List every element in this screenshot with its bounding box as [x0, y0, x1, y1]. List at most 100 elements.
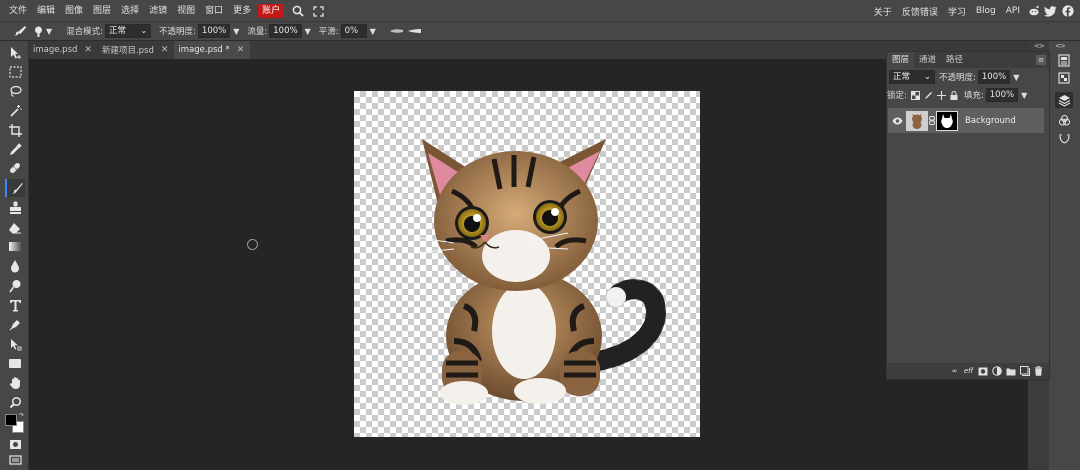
lock-position-icon[interactable]: [936, 90, 946, 100]
menu-blog[interactable]: Blog: [971, 6, 1001, 16]
type-tool-icon[interactable]: [5, 296, 25, 314]
foreground-background-swatch[interactable]: ↷: [5, 412, 25, 434]
effects-icon[interactable]: eff: [963, 366, 974, 377]
lock-pixels-icon[interactable]: [924, 91, 933, 100]
document-canvas[interactable]: [354, 91, 700, 437]
menu-learn[interactable]: 学习: [943, 5, 971, 18]
mask-icon[interactable]: [977, 366, 988, 377]
flow-input[interactable]: 100%: [269, 24, 302, 38]
menu-api[interactable]: API: [1001, 6, 1025, 16]
twitter-icon[interactable]: [1042, 0, 1059, 22]
fill-input[interactable]: 100%: [985, 88, 1019, 102]
move-tool-icon[interactable]: [5, 44, 25, 62]
menu-select[interactable]: 选择: [116, 0, 144, 22]
layer-blend-mode-select[interactable]: 正常 ⌄: [889, 70, 935, 84]
link-icon[interactable]: ∞: [949, 366, 960, 377]
crop-tool-icon[interactable]: [5, 121, 25, 139]
close-icon[interactable]: ✕: [161, 45, 169, 55]
dodge-tool-icon[interactable]: [5, 277, 25, 295]
fullscreen-icon[interactable]: [308, 0, 328, 22]
smoothing-dropdown-arrow[interactable]: ▼: [370, 27, 376, 36]
fill-arrow[interactable]: ▼: [1021, 91, 1027, 100]
collapse-arrows-icon[interactable]: <>: [1034, 42, 1045, 50]
eyedropper-icon[interactable]: [5, 140, 25, 158]
close-icon[interactable]: ✕: [237, 45, 245, 55]
layer-opacity-input[interactable]: 100%: [977, 70, 1011, 84]
menu-edit[interactable]: 编辑: [32, 0, 60, 22]
menu-image[interactable]: 图像: [60, 0, 88, 22]
menu-window[interactable]: 窗口: [200, 0, 228, 22]
doc-tab-active[interactable]: image.psd * ✕: [174, 41, 251, 59]
tab-layers[interactable]: 图层: [887, 52, 915, 68]
blend-mode-label: 混合模式:: [66, 27, 104, 37]
eraser-icon[interactable]: [5, 218, 25, 236]
doc-tab-label: 新建项目.psd: [101, 46, 154, 56]
swap-colors-icon[interactable]: ↷: [19, 412, 24, 419]
facebook-icon[interactable]: [1059, 0, 1076, 22]
channels-icon[interactable]: [1055, 112, 1073, 128]
flow-dropdown-arrow[interactable]: ▼: [305, 27, 311, 36]
lock-transparency-icon[interactable]: [910, 90, 920, 100]
history-icon[interactable]: [1055, 52, 1073, 68]
blend-mode-select[interactable]: 正常 ⌄: [105, 24, 152, 38]
chevron-down-icon: ⌄: [923, 72, 931, 82]
tools-panel: ↷: [0, 41, 29, 470]
clone-stamp-icon[interactable]: [5, 199, 25, 217]
new-layer-icon[interactable]: [1019, 366, 1030, 377]
zoom-tool-icon[interactable]: [5, 393, 25, 411]
foreground-color-swatch[interactable]: [5, 414, 17, 426]
trash-icon[interactable]: [1033, 366, 1044, 377]
magic-wand-icon[interactable]: [5, 101, 25, 119]
lock-all-icon[interactable]: [950, 90, 958, 100]
brush-size-picker[interactable]: ▼: [34, 26, 52, 37]
close-icon[interactable]: ✕: [84, 45, 92, 55]
layer-opacity-arrow[interactable]: ▼: [1013, 73, 1019, 82]
healing-brush-icon[interactable]: [5, 159, 25, 177]
tab-paths[interactable]: 路径: [941, 52, 968, 68]
search-icon[interactable]: [288, 0, 308, 22]
doc-tab[interactable]: 新建项目.psd ✕: [98, 41, 174, 59]
hand-tool-icon[interactable]: [5, 374, 25, 392]
layer-row[interactable]: Background: [888, 108, 1044, 133]
brush-preset-icon[interactable]: [12, 25, 28, 37]
menu-filter[interactable]: 滤镜: [144, 0, 172, 22]
pen-tool-icon[interactable]: [5, 315, 25, 333]
reddit-icon[interactable]: [1025, 0, 1042, 22]
menu-file[interactable]: 文件: [4, 0, 32, 22]
layer-thumbnail[interactable]: [906, 110, 928, 131]
gradient-tool-icon[interactable]: [5, 237, 25, 255]
swatches-icon[interactable]: [1055, 70, 1073, 86]
marquee-tool-icon[interactable]: [5, 63, 25, 81]
paths-icon[interactable]: [1055, 131, 1073, 147]
visibility-eye-icon[interactable]: [892, 117, 903, 125]
layer-blend-mode-value: 正常: [893, 72, 911, 82]
panel-menu-icon[interactable]: ≡: [1036, 55, 1046, 65]
adjustment-icon[interactable]: [991, 366, 1002, 377]
screen-mode-icon[interactable]: [5, 451, 25, 469]
layer-name[interactable]: Background: [965, 116, 1016, 126]
menu-view[interactable]: 视图: [172, 0, 200, 22]
smoothing-input[interactable]: 0%: [340, 24, 367, 38]
blur-tool-icon[interactable]: [5, 257, 25, 275]
lock-label: 锁定:: [887, 91, 907, 101]
opacity-dropdown-arrow[interactable]: ▼: [233, 27, 239, 36]
shape-tool-icon[interactable]: [5, 354, 25, 372]
lasso-tool-icon[interactable]: [5, 82, 25, 100]
menu-about[interactable]: 关于: [869, 5, 897, 18]
folder-icon[interactable]: [1005, 366, 1016, 377]
mask-link-icon[interactable]: [929, 116, 935, 125]
layer-mask-thumbnail[interactable]: [936, 110, 958, 131]
menu-layer[interactable]: 图层: [88, 0, 116, 22]
menu-report-bug[interactable]: 反馈错误: [897, 5, 943, 18]
layers-icon[interactable]: [1055, 92, 1073, 108]
path-select-icon[interactable]: [5, 335, 25, 353]
brush-tool-icon[interactable]: [5, 179, 25, 197]
menu-more[interactable]: 更多: [228, 0, 256, 22]
account-button[interactable]: 账户: [258, 4, 285, 18]
collapse-arrows-icon[interactable]: <>: [1055, 42, 1066, 50]
tab-channels[interactable]: 通道: [914, 52, 941, 68]
pressure-size-icon[interactable]: [407, 28, 421, 34]
pressure-opacity-icon[interactable]: [389, 28, 403, 34]
doc-tab[interactable]: image.psd ✕: [29, 41, 98, 59]
opacity-input[interactable]: 100%: [197, 24, 231, 38]
